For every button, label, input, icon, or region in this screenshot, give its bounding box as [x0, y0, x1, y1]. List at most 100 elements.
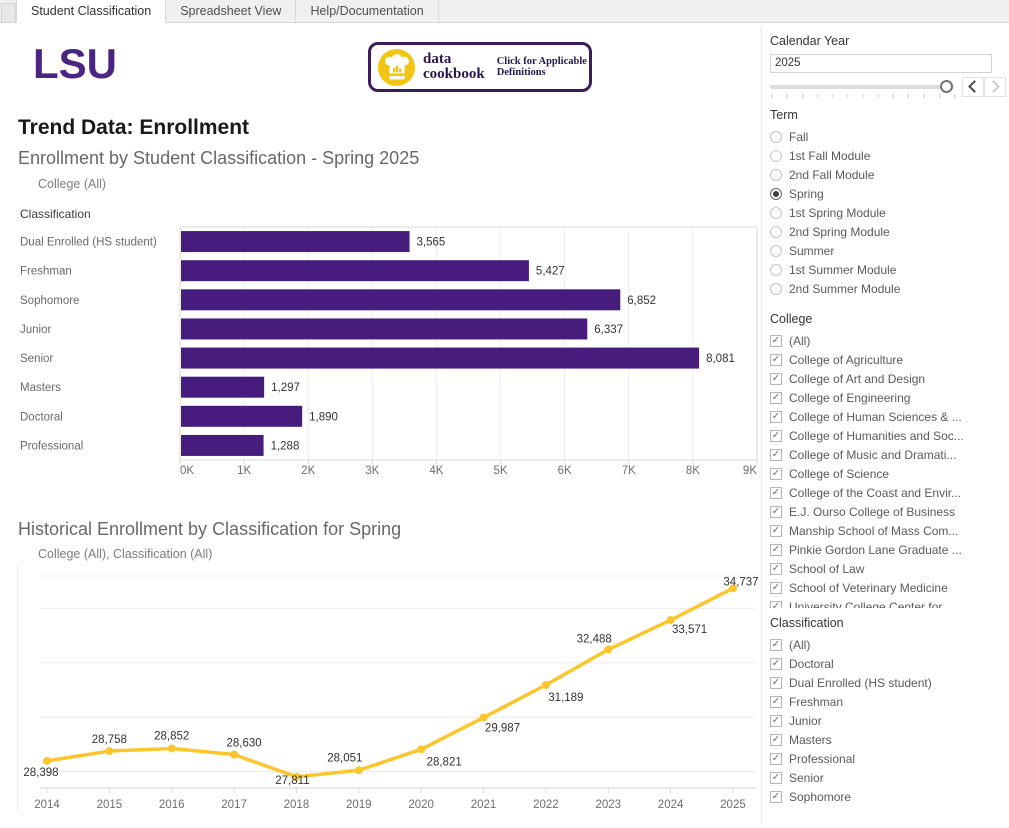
term-option[interactable]: Fall — [770, 127, 1002, 146]
data-point[interactable] — [168, 744, 176, 752]
term-option[interactable]: 2nd Spring Module — [770, 222, 1002, 241]
checkbox[interactable]: ✓ — [770, 468, 782, 480]
term-option[interactable]: 2nd Summer Module — [770, 279, 1002, 298]
slider-track[interactable] — [770, 85, 954, 89]
data-point[interactable] — [604, 646, 612, 654]
slider-handle[interactable] — [940, 80, 953, 93]
checkbox[interactable]: ✓ — [770, 601, 782, 609]
svg-text:28,398: 28,398 — [23, 767, 58, 779]
college-option[interactable]: ✓Pinkie Gordon Lane Graduate ... — [770, 540, 1002, 559]
college-option[interactable]: ✓College of the Coast and Envir... — [770, 483, 1002, 502]
radio-button[interactable] — [770, 150, 782, 162]
radio-button[interactable] — [770, 207, 782, 219]
college-option[interactable]: ✓College of Human Sciences & ... — [770, 407, 1002, 426]
checkbox[interactable]: ✓ — [770, 658, 782, 670]
calendar-year-filter: Calendar Year — [770, 34, 1002, 99]
svg-text:28,051: 28,051 — [327, 752, 362, 764]
bar[interactable] — [181, 318, 587, 339]
college-option[interactable]: ✓College of Engineering — [770, 388, 1002, 407]
checkbox[interactable]: ✓ — [770, 753, 782, 765]
bar[interactable] — [181, 406, 302, 427]
term-option[interactable]: Summer — [770, 241, 1002, 260]
college-option[interactable]: ✓E.J. Ourso College of Business — [770, 502, 1002, 521]
data-point[interactable] — [417, 745, 425, 753]
data-point[interactable] — [355, 766, 363, 774]
checkbox[interactable]: ✓ — [770, 449, 782, 461]
college-option[interactable]: ✓College of Music and Dramati... — [770, 445, 1002, 464]
svg-text:Classification: Classification — [20, 207, 91, 221]
classification-option[interactable]: ✓Professional — [770, 749, 1002, 768]
college-option[interactable]: ✓College of Science — [770, 464, 1002, 483]
college-option[interactable]: ✓College of Art and Design — [770, 369, 1002, 388]
checkbox[interactable]: ✓ — [770, 677, 782, 689]
data-point[interactable] — [542, 681, 550, 689]
checkbox[interactable]: ✓ — [770, 430, 782, 442]
tab-spreadsheet-view[interactable]: Spreadsheet View — [166, 0, 296, 22]
term-option[interactable]: 2nd Fall Module — [770, 165, 1002, 184]
college-option[interactable]: ✓College of Humanities and Soc... — [770, 426, 1002, 445]
radio-button[interactable] — [770, 226, 782, 238]
classification-option[interactable]: ✓Masters — [770, 730, 1002, 749]
checkbox[interactable]: ✓ — [770, 506, 782, 518]
classification-option[interactable]: ✓Sophomore — [770, 787, 1002, 806]
checkbox[interactable]: ✓ — [770, 791, 782, 803]
classification-option[interactable]: ✓Freshman — [770, 692, 1002, 711]
radio-button[interactable] — [770, 169, 782, 181]
college-option[interactable]: ✓School of Law — [770, 559, 1002, 578]
term-option[interactable]: Spring — [770, 184, 1002, 203]
calendar-year-slider[interactable] — [770, 77, 1009, 99]
classification-option[interactable]: ✓Doctoral — [770, 654, 1002, 673]
slider-next-button[interactable] — [984, 77, 1006, 97]
bar[interactable] — [181, 231, 410, 252]
data-point[interactable] — [230, 751, 238, 759]
college-option[interactable]: ✓(All) — [770, 331, 1002, 350]
checkbox[interactable]: ✓ — [770, 715, 782, 727]
bar[interactable] — [181, 289, 620, 310]
svg-text:2022: 2022 — [533, 799, 559, 811]
checkbox[interactable]: ✓ — [770, 639, 782, 651]
term-option[interactable]: 1st Fall Module — [770, 146, 1002, 165]
checkbox[interactable]: ✓ — [770, 582, 782, 594]
bar[interactable] — [181, 435, 264, 456]
classification-option[interactable]: ✓Junior — [770, 711, 1002, 730]
checkbox[interactable]: ✓ — [770, 525, 782, 537]
college-option[interactable]: ✓Manship School of Mass Com... — [770, 521, 1002, 540]
term-option[interactable]: 1st Spring Module — [770, 203, 1002, 222]
data-point[interactable] — [43, 757, 51, 765]
term-option[interactable]: 1st Summer Module — [770, 260, 1002, 279]
checkbox[interactable]: ✓ — [770, 563, 782, 575]
data-point[interactable] — [105, 747, 113, 755]
classification-option[interactable]: ✓Senior — [770, 768, 1002, 787]
checkbox[interactable]: ✓ — [770, 411, 782, 423]
bar[interactable] — [181, 348, 699, 369]
college-option[interactable]: ✓School of Veterinary Medicine — [770, 578, 1002, 597]
checkbox[interactable]: ✓ — [770, 734, 782, 746]
data-point[interactable] — [667, 616, 675, 624]
classification-option[interactable]: ✓Dual Enrolled (HS student) — [770, 673, 1002, 692]
radio-button[interactable] — [770, 245, 782, 257]
data-point[interactable] — [480, 714, 488, 722]
tab-student-classification[interactable]: Student Classification — [16, 0, 166, 23]
radio-button[interactable] — [770, 131, 782, 143]
checkbox[interactable]: ✓ — [770, 354, 782, 366]
classification-option[interactable]: ✓(All) — [770, 635, 1002, 654]
checkbox[interactable]: ✓ — [770, 392, 782, 404]
radio-button[interactable] — [770, 188, 782, 200]
radio-button[interactable] — [770, 283, 782, 295]
college-option[interactable]: ✓University College Center for — [770, 597, 1002, 608]
checkbox[interactable]: ✓ — [770, 544, 782, 556]
checkbox[interactable]: ✓ — [770, 696, 782, 708]
checkbox[interactable]: ✓ — [770, 487, 782, 499]
checkbox[interactable]: ✓ — [770, 335, 782, 347]
bar[interactable] — [181, 260, 529, 281]
checkbox[interactable]: ✓ — [770, 373, 782, 385]
calendar-year-input[interactable] — [770, 54, 992, 73]
tab-help-documentation[interactable]: Help/Documentation — [296, 0, 438, 22]
radio-button[interactable] — [770, 264, 782, 276]
term-label: Term — [770, 108, 1002, 122]
checkbox[interactable]: ✓ — [770, 772, 782, 784]
slider-prev-button[interactable] — [962, 77, 984, 97]
data-cookbook-link[interactable]: data cookbook Click for Applicable Defin… — [368, 42, 592, 92]
college-option[interactable]: ✓College of Agriculture — [770, 350, 1002, 369]
bar[interactable] — [181, 377, 264, 398]
